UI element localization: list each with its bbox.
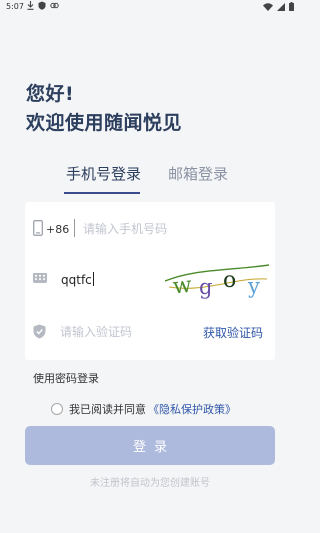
divider bbox=[74, 219, 75, 237]
tab-phone-login[interactable]: 手机号登录 bbox=[66, 163, 141, 184]
signal-icon bbox=[277, 2, 285, 11]
get-code-button[interactable]: 获取验证码 bbox=[203, 324, 263, 341]
text-cursor bbox=[92, 272, 94, 286]
password-login-link[interactable]: 使用密码登录 bbox=[33, 370, 99, 386]
captcha-char-1: w bbox=[172, 273, 194, 299]
greeting-hello: 您好! bbox=[26, 83, 75, 105]
captcha-char-4: y bbox=[247, 274, 260, 298]
captcha-input[interactable]: qqtfc bbox=[61, 272, 94, 287]
play-protect-icon bbox=[38, 1, 46, 10]
status-bar: 5:07 bbox=[0, 0, 300, 14]
captcha-input-text: qqtfc bbox=[61, 273, 92, 287]
captcha-char-3: o bbox=[223, 268, 236, 293]
wifi-icon bbox=[263, 2, 273, 11]
phone-row: +86 bbox=[25, 204, 275, 254]
shield-icon bbox=[33, 324, 46, 339]
captcha-image[interactable]: w g o y bbox=[165, 263, 269, 299]
tab-email-login[interactable]: 邮箱登录 bbox=[168, 163, 228, 184]
code-row: 获取验证码 bbox=[25, 307, 275, 357]
phone-icon bbox=[33, 220, 43, 236]
greeting-welcome: 欢迎使用随闻悦见 bbox=[26, 112, 183, 134]
keyboard-icon bbox=[33, 273, 47, 283]
active-tab-indicator bbox=[64, 192, 140, 194]
system-icons bbox=[263, 2, 294, 11]
captcha-char-2: g bbox=[199, 275, 212, 299]
greeting: 您好! 欢迎使用随闻悦见 bbox=[26, 80, 182, 138]
agreement-text: 我已阅读并同意 bbox=[69, 403, 146, 416]
captcha-row: qqtfc w g o y bbox=[25, 255, 275, 305]
battery-icon bbox=[289, 2, 294, 11]
link-icon bbox=[50, 2, 59, 9]
agreement-checkbox[interactable] bbox=[51, 403, 63, 415]
verification-code-input[interactable] bbox=[60, 321, 190, 343]
login-button[interactable]: 登录 bbox=[25, 426, 275, 465]
phone-input[interactable] bbox=[83, 218, 263, 240]
status-time: 5:07 bbox=[6, 2, 24, 11]
notification-icons bbox=[27, 1, 59, 10]
login-tabs: 手机号登录 邮箱登录 bbox=[0, 163, 300, 195]
agreement-row: 我已阅读并同意 《隐私保护政策》 bbox=[51, 401, 236, 417]
login-form: +86 qqtfc w g o y 获取验证码 bbox=[25, 202, 275, 360]
footer-hint: 未注册将自动为您创建账号 bbox=[90, 478, 210, 489]
country-code[interactable]: +86 bbox=[46, 223, 69, 236]
privacy-policy-link[interactable]: 《隐私保护政策》 bbox=[148, 401, 236, 417]
download-icon bbox=[27, 1, 34, 10]
